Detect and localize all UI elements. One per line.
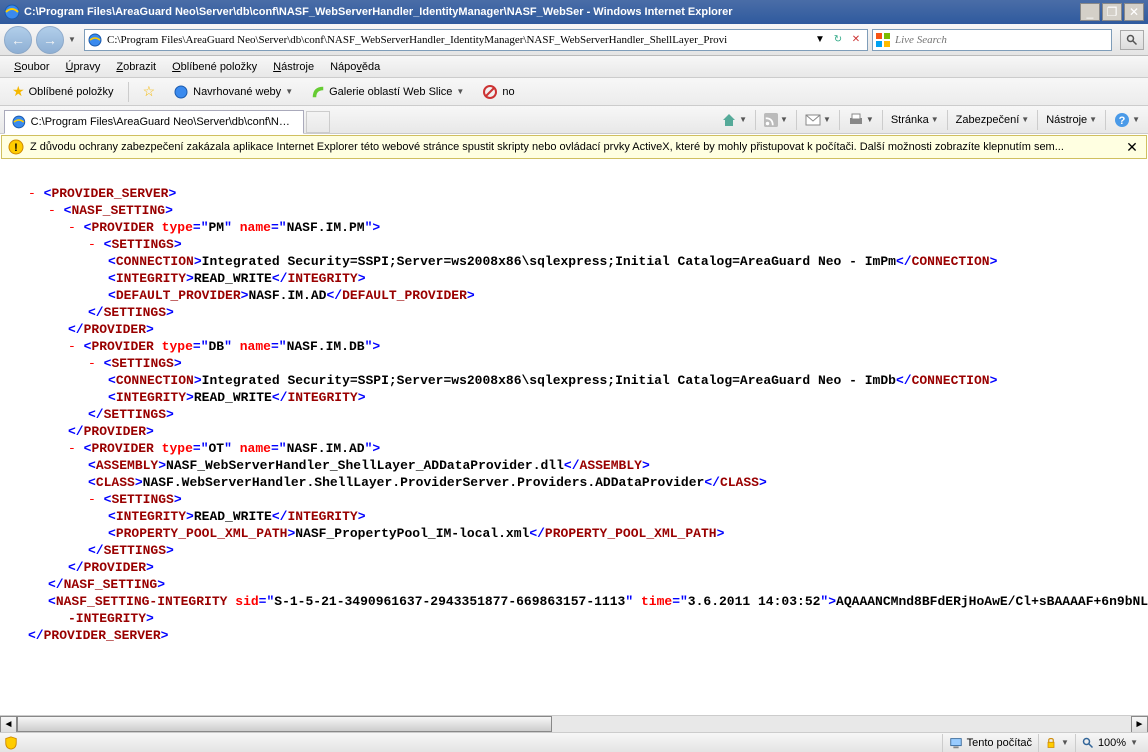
- ie-icon: [4, 4, 20, 20]
- infobar-text: Z důvodu ochrany zabezpečení zakázala ap…: [30, 141, 1124, 153]
- favorites-label: Oblíbené položky: [29, 86, 114, 98]
- page-menu[interactable]: Stránka▼: [887, 112, 943, 128]
- search-input[interactable]: [895, 34, 1109, 46]
- scrollbar-track[interactable]: [17, 716, 1131, 732]
- star-add-icon: ☆: [143, 83, 156, 100]
- search-bar: [872, 29, 1112, 51]
- protected-mode[interactable]: ▼: [1038, 734, 1075, 752]
- zoom-section[interactable]: 100% ▼: [1075, 734, 1144, 752]
- menu-view[interactable]: Zobrazit: [108, 59, 164, 75]
- add-favorite-button[interactable]: ☆: [137, 81, 162, 102]
- xml-content: - <PROVIDER_SERVER> - <NASF_SETTING> - <…: [0, 185, 1148, 713]
- gallery-label: Galerie oblastí Web Slice: [329, 86, 452, 98]
- refresh-button[interactable]: ↻: [829, 31, 847, 49]
- info-bar[interactable]: ! Z důvodu ochrany zabezpečení zakázala …: [1, 135, 1147, 159]
- tools-menu[interactable]: Nástroje▼: [1042, 112, 1101, 128]
- scroll-left-button[interactable]: ◄: [0, 716, 17, 733]
- separator: [128, 82, 129, 102]
- help-icon: ?: [1114, 112, 1130, 128]
- favorites-bar: ★ Oblíbené položky ☆ Navrhované weby ▼ G…: [0, 78, 1148, 106]
- ie-link-icon: [173, 84, 189, 100]
- collapse-toggle[interactable]: -: [68, 441, 76, 456]
- zone-label: Tento počítač: [967, 737, 1032, 749]
- page-label: Stránka: [891, 114, 929, 126]
- collapse-toggle[interactable]: -: [68, 339, 76, 354]
- minimize-button[interactable]: _: [1080, 3, 1100, 21]
- no-label: no: [502, 86, 514, 98]
- safety-label: Zabezpečení: [956, 114, 1020, 126]
- rss-icon: [764, 113, 778, 127]
- zone-section[interactable]: Tento počítač: [942, 734, 1038, 752]
- collapse-toggle[interactable]: -: [48, 203, 56, 218]
- address-bar: ▼ ↻ ✕: [84, 29, 868, 51]
- back-button[interactable]: ←: [4, 26, 32, 54]
- nav-history-dropdown[interactable]: ▼: [68, 26, 80, 54]
- address-dropdown[interactable]: ▼: [811, 31, 829, 49]
- no-link[interactable]: no: [476, 82, 520, 102]
- favorites-button[interactable]: ★ Oblíbené položky: [6, 81, 120, 102]
- menu-file[interactable]: Soubor: [6, 59, 57, 75]
- ie-tab-icon: [11, 114, 27, 130]
- mail-button[interactable]: ▼: [801, 111, 835, 129]
- collapse-toggle[interactable]: -: [68, 220, 76, 235]
- menu-favorites[interactable]: Oblíbené položky: [164, 59, 265, 75]
- menu-help[interactable]: Nápověda: [322, 59, 388, 75]
- collapse-toggle[interactable]: -: [88, 356, 96, 371]
- window-title: C:\Program Files\AreaGuard Neo\Server\db…: [24, 6, 1080, 18]
- lock-icon: [1045, 737, 1057, 749]
- menu-edit[interactable]: Úpravy: [57, 59, 108, 75]
- warning-icon: !: [8, 139, 24, 155]
- webslice-gallery-link[interactable]: Galerie oblastí Web Slice ▼: [305, 83, 470, 101]
- star-icon: ★: [12, 83, 25, 100]
- chevron-down-icon: ▼: [1061, 738, 1069, 747]
- collapse-toggle[interactable]: -: [88, 492, 96, 507]
- status-bar: Tento počítač ▼ 100% ▼: [0, 732, 1148, 752]
- forward-button[interactable]: →: [36, 26, 64, 54]
- address-input[interactable]: [105, 34, 811, 46]
- page-icon: [87, 32, 103, 48]
- nav-toolbar: ← → ▼ ▼ ↻ ✕: [0, 24, 1148, 56]
- live-search-icon: [875, 32, 891, 48]
- suggested-label: Navrhované weby: [193, 86, 281, 98]
- print-icon: [848, 113, 864, 127]
- mail-icon: [805, 113, 821, 127]
- maximize-button[interactable]: ❐: [1102, 3, 1122, 21]
- tools-label: Nástroje: [1046, 114, 1087, 126]
- menu-tools[interactable]: Nástroje: [265, 59, 322, 75]
- zoom-label: 100%: [1098, 737, 1126, 749]
- svg-text:?: ?: [1119, 115, 1126, 127]
- tab-title: C:\Program Files\AreaGuard Neo\Server\db…: [31, 116, 297, 128]
- stop-button[interactable]: ✕: [847, 31, 865, 49]
- help-button[interactable]: ?▼: [1110, 110, 1144, 130]
- tab-bar: C:\Program Files\AreaGuard Neo\Server\db…: [0, 106, 1148, 134]
- shield-icon: [4, 736, 18, 750]
- horizontal-scrollbar[interactable]: ◄ ►: [0, 715, 1148, 732]
- safety-menu[interactable]: Zabezpečení▼: [952, 112, 1034, 128]
- zoom-icon: [1082, 737, 1094, 749]
- feeds-button[interactable]: ▼: [760, 111, 792, 129]
- home-icon: [721, 112, 737, 128]
- menu-bar: Soubor Úpravy Zobrazit Oblíbené položky …: [0, 56, 1148, 78]
- tab-active[interactable]: C:\Program Files\AreaGuard Neo\Server\db…: [4, 110, 304, 134]
- suggested-sites-link[interactable]: Navrhované weby ▼: [167, 82, 299, 102]
- svg-text:!: !: [14, 142, 18, 154]
- computer-icon: [949, 736, 963, 750]
- window-titlebar: C:\Program Files\AreaGuard Neo\Server\db…: [0, 0, 1148, 24]
- collapse-toggle[interactable]: -: [88, 237, 96, 252]
- new-tab-button[interactable]: [306, 111, 330, 133]
- scroll-right-button[interactable]: ►: [1131, 716, 1148, 733]
- collapse-toggle[interactable]: -: [28, 186, 36, 201]
- print-button[interactable]: ▼: [844, 111, 878, 129]
- home-button[interactable]: ▼: [717, 110, 751, 130]
- scrollbar-thumb[interactable]: [17, 716, 552, 732]
- infobar-close-button[interactable]: ✕: [1124, 139, 1140, 155]
- chevron-down-icon: ▼: [285, 87, 293, 96]
- blocked-icon: [482, 84, 498, 100]
- chevron-down-icon: ▼: [456, 87, 464, 96]
- webslice-icon: [311, 85, 325, 99]
- search-icon: [1126, 34, 1138, 46]
- chevron-down-icon: ▼: [1130, 738, 1138, 747]
- close-button[interactable]: ✕: [1124, 3, 1144, 21]
- search-button[interactable]: [1120, 30, 1144, 50]
